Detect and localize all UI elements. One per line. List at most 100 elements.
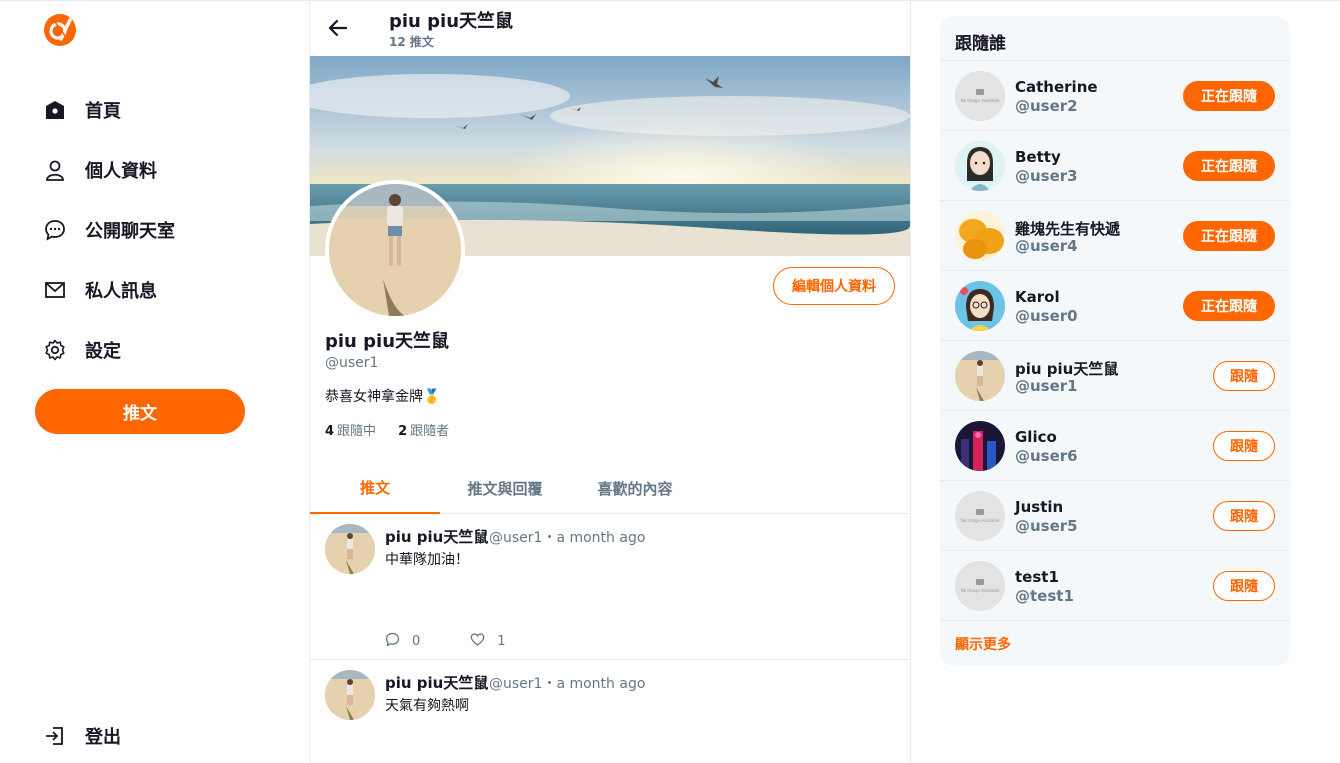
user-handle: @user2 xyxy=(1015,97,1078,115)
user-name: 雞塊先生有快遞 xyxy=(1015,220,1121,238)
svg-text:No Image Available: No Image Available xyxy=(961,518,1000,523)
nav-home-label: 首頁 xyxy=(85,101,121,122)
user-handle: @user0 xyxy=(1015,307,1078,325)
tweet-button[interactable]: 推文 xyxy=(35,389,245,434)
tab-tweets-replies[interactable]: 推文與回覆 xyxy=(440,462,570,514)
suggested-user-row[interactable]: Karol @user0 正在跟隨 xyxy=(940,271,1290,341)
tweet-avatar[interactable] xyxy=(325,670,375,720)
follow-button[interactable]: 跟隨 xyxy=(1213,571,1275,601)
tweet-meta: @user1・a month ago xyxy=(489,676,646,692)
suggested-user-row[interactable]: Glico @user6 跟隨 xyxy=(940,411,1290,481)
user-avatar[interactable]: No Image Available xyxy=(955,491,1005,541)
unfollow-button[interactable]: 正在跟隨 xyxy=(1183,81,1275,111)
profile-bio: 恭喜女神拿金牌🥇 xyxy=(325,389,441,405)
nav-public-chat-label: 公開聊天室 xyxy=(85,221,175,242)
user-name: Karol xyxy=(1015,288,1060,306)
user-avatar[interactable] xyxy=(955,351,1005,401)
user-handle: @user1 xyxy=(1015,377,1078,395)
home-icon xyxy=(44,99,66,121)
user-handle: @user4 xyxy=(1015,237,1078,255)
nav-messages[interactable]: 私人訊息 xyxy=(44,276,157,304)
back-arrow-icon[interactable] xyxy=(326,16,350,40)
suggested-user-row[interactable]: No Image Available test1 @test1 跟隨 xyxy=(940,551,1290,621)
edit-profile-button[interactable]: 編輯個人資料 xyxy=(773,267,895,305)
nav-messages-label: 私人訊息 xyxy=(85,281,157,302)
user-name: test1 xyxy=(1015,568,1059,586)
nav-public-chat[interactable]: 公開聊天室 xyxy=(44,216,175,244)
logout-button[interactable]: 登出 xyxy=(44,722,121,750)
user-name: Catherine xyxy=(1015,78,1098,96)
nav-profile-label: 個人資料 xyxy=(85,161,157,182)
user-handle: @user3 xyxy=(1015,167,1078,185)
chat-icon xyxy=(44,219,66,241)
nav-profile[interactable]: 個人資料 xyxy=(44,156,157,184)
mail-icon xyxy=(44,279,66,301)
following-count: 4 xyxy=(325,424,335,439)
tweet-author-name: piu piu天竺鼠 xyxy=(385,674,489,692)
user-name: Glico xyxy=(1015,428,1057,446)
follow-button[interactable]: 跟隨 xyxy=(1213,501,1275,531)
like-button[interactable]: 1 xyxy=(470,632,506,651)
suggested-user-row[interactable]: piu piu天竺鼠 @user1 跟隨 xyxy=(940,341,1290,411)
gear-icon xyxy=(44,339,66,361)
tweet-author-name: piu piu天竺鼠 xyxy=(385,528,489,546)
user-name: Justin xyxy=(1015,498,1064,516)
profile-name: piu piu天竺鼠 xyxy=(325,331,450,352)
followers-count: 2 xyxy=(398,424,408,439)
profile-tabs: 推文 推文與回覆 喜歡的內容 xyxy=(310,462,910,514)
profile-handle: @user1 xyxy=(325,355,379,371)
reply-button[interactable]: 0 xyxy=(385,632,420,651)
following-link[interactable]: 4 跟隨中 xyxy=(325,420,376,439)
tab-tweets[interactable]: 推文 xyxy=(310,462,440,514)
header-title: piu piu天竺鼠 xyxy=(389,11,514,32)
user-handle: @user5 xyxy=(1015,517,1078,535)
follow-stats: 4 跟隨中 2 跟隨者 xyxy=(325,420,449,439)
user-avatar[interactable]: No Image Available xyxy=(955,561,1005,611)
follow-button[interactable]: 跟隨 xyxy=(1213,361,1275,391)
unfollow-button[interactable]: 正在跟隨 xyxy=(1183,291,1275,321)
unfollow-button[interactable]: 正在跟隨 xyxy=(1183,221,1275,251)
unfollow-button[interactable]: 正在跟隨 xyxy=(1183,151,1275,181)
followers-link[interactable]: 2 跟隨者 xyxy=(398,420,449,439)
tweet-text: 天氣有夠熱啊 xyxy=(385,698,469,714)
header-tweet-count: 12 推文 xyxy=(389,35,434,49)
user-avatar[interactable] xyxy=(955,281,1005,331)
logo-icon[interactable] xyxy=(44,14,76,46)
user-icon xyxy=(44,159,66,181)
show-more-link[interactable]: 顯示更多 xyxy=(955,634,1011,654)
user-avatar[interactable]: No Image Available xyxy=(955,71,1005,121)
divider xyxy=(940,620,1290,621)
tweet-text: 中華隊加油！ xyxy=(385,552,469,568)
reply-count: 0 xyxy=(412,634,421,649)
user-avatar[interactable] xyxy=(955,421,1005,471)
following-label: 跟隨中 xyxy=(337,424,377,439)
suggested-user-row[interactable]: 雞塊先生有快遞 @user4 正在跟隨 xyxy=(940,201,1290,271)
tweet-item[interactable]: piu piu天竺鼠 @user1・a month ago 天氣有夠熱啊 xyxy=(310,660,910,763)
suggested-user-row[interactable]: Betty @user3 正在跟隨 xyxy=(940,131,1290,201)
profile-avatar[interactable] xyxy=(325,180,465,320)
like-count: 1 xyxy=(497,634,506,649)
tweet-item[interactable]: piu piu天竺鼠 @user1・a month ago 中華隊加油！ 0 1 xyxy=(310,514,910,660)
user-avatar[interactable] xyxy=(955,141,1005,191)
profile-header: piu piu天竺鼠 12 推文 xyxy=(310,0,910,56)
follow-button[interactable]: 跟隨 xyxy=(1213,431,1275,461)
panel-title: 跟隨誰 xyxy=(955,34,1006,54)
user-avatar[interactable] xyxy=(955,211,1005,261)
logout-label: 登出 xyxy=(85,727,121,748)
user-handle: @test1 xyxy=(1015,587,1074,605)
logout-icon xyxy=(44,725,66,747)
heart-icon xyxy=(470,632,485,651)
nav-home[interactable]: 首頁 xyxy=(44,96,121,124)
nav-settings[interactable]: 設定 xyxy=(44,336,121,364)
nav-settings-label: 設定 xyxy=(85,341,121,362)
user-name: Betty xyxy=(1015,148,1061,166)
comment-icon xyxy=(385,632,400,651)
suggested-user-row[interactable]: No Image Available Catherine @user2 正在跟隨 xyxy=(940,61,1290,131)
tab-likes[interactable]: 喜歡的內容 xyxy=(570,462,700,514)
user-name: piu piu天竺鼠 xyxy=(1015,360,1119,378)
tweet-avatar[interactable] xyxy=(325,524,375,574)
tweet-meta: @user1・a month ago xyxy=(489,530,646,546)
who-to-follow-panel: 跟隨誰 No Image Available Catherine @user2 正在跟… xyxy=(940,16,1290,666)
left-sidebar: 首頁 個人資料 公開聊天室 私人訊息 設定 推文 登出 xyxy=(0,0,310,763)
suggested-user-row[interactable]: No Image Available Justin @user5 跟隨 xyxy=(940,481,1290,551)
